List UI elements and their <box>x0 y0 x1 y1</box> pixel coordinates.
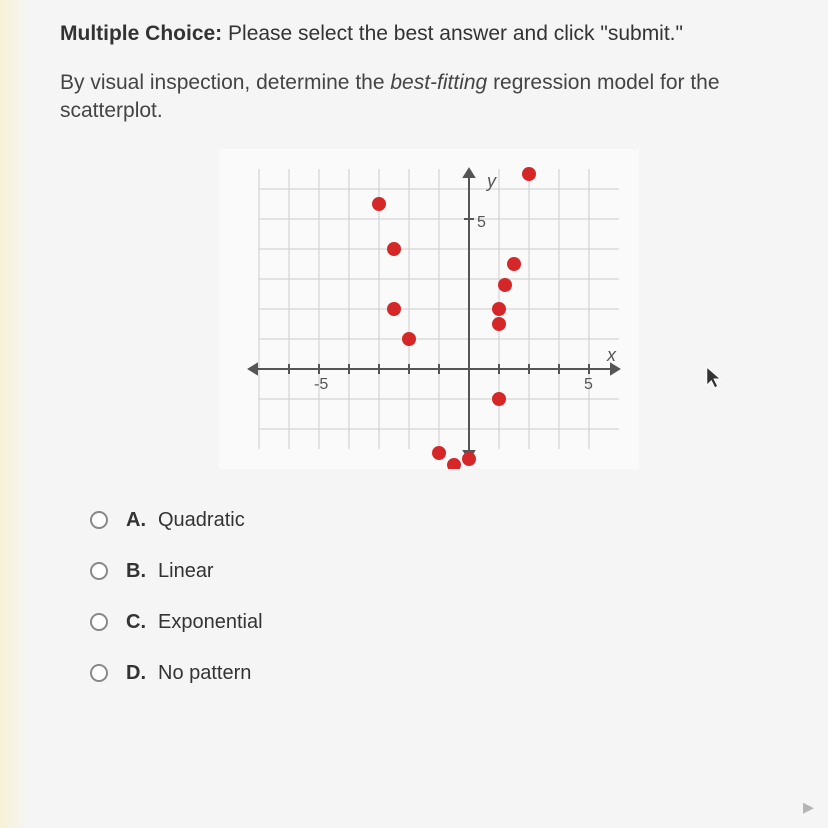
ytick-5: 5 <box>477 214 486 231</box>
option-letter: B. <box>126 560 148 583</box>
option-b[interactable]: B. Linear <box>90 560 798 583</box>
question-emphasis: best-fitting <box>390 71 487 94</box>
option-d[interactable]: D. No pattern <box>90 662 798 685</box>
option-text: Linear <box>158 560 214 583</box>
left-glare <box>0 0 28 828</box>
cursor-icon <box>705 365 723 391</box>
scatterplot: y x 5 -5 5 <box>219 149 639 469</box>
data-point <box>372 197 386 211</box>
header-label: Multiple Choice: <box>60 22 222 45</box>
answer-options: A. Quadratic B. Linear C. Exponential D.… <box>60 509 798 685</box>
option-c[interactable]: C. Exponential <box>90 611 798 634</box>
data-point <box>432 446 446 460</box>
data-point <box>492 317 506 331</box>
radio-icon[interactable] <box>90 511 108 529</box>
data-point <box>387 302 401 316</box>
option-letter: A. <box>126 509 148 532</box>
data-point <box>492 302 506 316</box>
data-point <box>522 167 536 181</box>
data-point <box>492 392 506 406</box>
radio-icon[interactable] <box>90 664 108 682</box>
option-letter: D. <box>126 662 148 685</box>
question-page: Multiple Choice: Please select the best … <box>0 0 828 828</box>
data-point <box>507 257 521 271</box>
question-text: By visual inspection, determine the best… <box>60 69 798 124</box>
question-header: Multiple Choice: Please select the best … <box>60 20 798 47</box>
xtick-neg5: -5 <box>314 376 328 393</box>
scatter-svg: y x 5 -5 5 <box>219 149 639 469</box>
data-point <box>402 332 416 346</box>
option-a[interactable]: A. Quadratic <box>90 509 798 532</box>
option-letter: C. <box>126 611 148 634</box>
question-prefix: By visual inspection, determine the <box>60 71 390 94</box>
radio-icon[interactable] <box>90 613 108 631</box>
footer-nav: ▸ <box>803 794 814 820</box>
option-text: Quadratic <box>158 509 245 532</box>
nav-next-icon[interactable]: ▸ <box>803 794 814 820</box>
data-point <box>462 452 476 466</box>
header-instruction: Please select the best answer and click … <box>228 22 683 45</box>
option-text: Exponential <box>158 611 263 634</box>
y-axis-label: y <box>485 171 497 191</box>
x-axis-label: x <box>606 345 617 365</box>
data-point <box>498 278 512 292</box>
scatter-points <box>372 167 536 469</box>
option-text: No pattern <box>158 662 251 685</box>
radio-icon[interactable] <box>90 562 108 580</box>
data-point <box>387 242 401 256</box>
xtick-pos5: 5 <box>584 376 593 393</box>
data-point <box>447 458 461 469</box>
